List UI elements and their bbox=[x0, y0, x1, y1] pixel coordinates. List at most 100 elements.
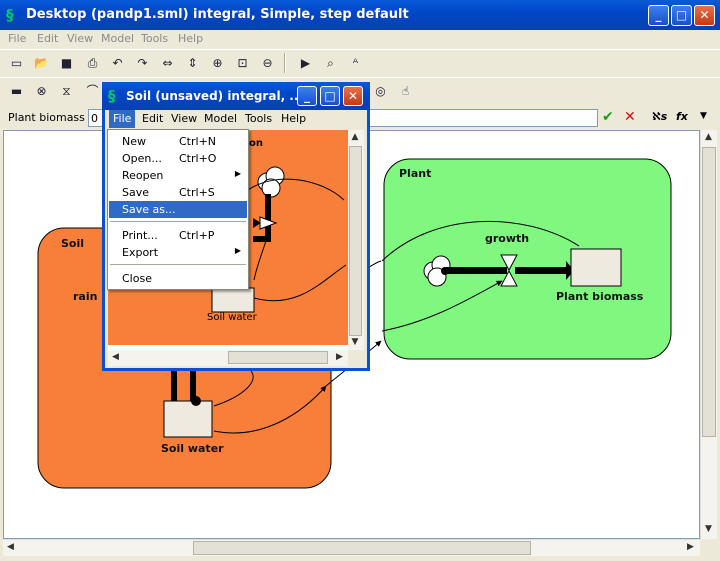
child-scroll-down-arrow[interactable]: ▼ bbox=[348, 335, 362, 350]
menu-item-new[interactable]: New Ctrl+N bbox=[109, 133, 247, 150]
menu-item-reopen[interactable]: Reopen ▶ bbox=[109, 167, 247, 184]
reject-icon[interactable]: ✕ bbox=[624, 109, 636, 125]
scroll-up-arrow[interactable]: ▲ bbox=[701, 130, 716, 145]
chevron-down-icon[interactable]: ▼ bbox=[700, 111, 707, 121]
child-vertical-scrollbar[interactable]: ▲ ▼ bbox=[348, 130, 364, 350]
menu-model[interactable]: Model bbox=[101, 32, 134, 45]
child-minimize-button[interactable]: _ bbox=[297, 86, 317, 106]
menu-view[interactable]: View bbox=[67, 32, 93, 45]
print-icon[interactable]: ⎙ bbox=[82, 53, 103, 73]
sigma-icon[interactable]: ℵs bbox=[652, 110, 667, 123]
menu-separator bbox=[110, 221, 246, 222]
menu-item-label: New bbox=[122, 135, 146, 148]
source-sink-tool-icon[interactable]: ⊗ bbox=[31, 81, 52, 101]
child-soil-water-compartment[interactable] bbox=[211, 287, 255, 313]
move-vertical-icon[interactable]: ⇕ bbox=[182, 53, 203, 73]
hand-tool-icon[interactable]: ☝ bbox=[395, 81, 416, 101]
horizontal-scrollbar[interactable]: ◀ ▶ bbox=[3, 539, 700, 556]
menu-item-open[interactable]: Open... Ctrl+O bbox=[109, 150, 247, 167]
child-horizontal-scrollbar[interactable]: ◀ ▶ bbox=[108, 350, 348, 366]
menu-item-print[interactable]: Print... Ctrl+P bbox=[109, 227, 247, 244]
minimize-button[interactable]: _ bbox=[648, 5, 669, 26]
child-menu-edit[interactable]: Edit bbox=[142, 112, 163, 125]
function-icon[interactable]: fx bbox=[676, 110, 688, 123]
child-app-icon: § bbox=[108, 87, 116, 105]
child-menubar: File Edit View Model Tools Help bbox=[105, 110, 367, 128]
zoom-fit-icon[interactable]: ⊡ bbox=[232, 53, 253, 73]
vertical-scroll-thumb[interactable] bbox=[702, 147, 716, 437]
rain-flow-label: rain bbox=[73, 290, 98, 303]
zoom-in-icon[interactable]: ⊕ bbox=[207, 53, 228, 73]
file-dropdown-menu: New Ctrl+N Open... Ctrl+O Reopen ▶ Save … bbox=[107, 129, 249, 290]
plant-submodel[interactable] bbox=[383, 158, 672, 360]
menu-item-shortcut: Ctrl+P bbox=[179, 229, 215, 242]
toolbar-main: ▭ 📂 ■ ⎙ ↶ ↷ ⇔ ⇕ ⊕ ⊡ ⊖ ▶ ⌕ ᴬ bbox=[0, 49, 720, 75]
compartment-tool-icon[interactable]: ▬ bbox=[6, 81, 27, 101]
window-title: Desktop (pandp1.sml) integral, Simple, s… bbox=[26, 7, 409, 22]
horizontal-scroll-thumb[interactable] bbox=[193, 541, 531, 555]
menu-separator bbox=[110, 264, 246, 265]
menu-help[interactable]: Help bbox=[178, 32, 203, 45]
menu-item-export[interactable]: Export ▶ bbox=[109, 244, 247, 261]
run-icon[interactable]: ▶ bbox=[295, 53, 316, 73]
child-vertical-scroll-thumb[interactable] bbox=[349, 146, 362, 336]
menu-item-label: Save bbox=[122, 186, 150, 199]
plant-biomass-compartment[interactable] bbox=[570, 248, 622, 287]
equation-label: Plant biomass = bbox=[8, 111, 98, 124]
plant-biomass-label: Plant biomass bbox=[556, 290, 644, 303]
scroll-left-arrow[interactable]: ◀ bbox=[3, 540, 18, 555]
binoculars-icon[interactable]: ⌕ bbox=[320, 53, 341, 73]
menu-item-close[interactable]: Close bbox=[109, 270, 247, 287]
soil-water-compartment[interactable] bbox=[163, 400, 213, 438]
maximize-button[interactable]: □ bbox=[671, 5, 692, 26]
plant-submodel-title: Plant bbox=[399, 167, 432, 180]
child-flow-pipe-vertical bbox=[265, 194, 271, 242]
child-scroll-right-arrow[interactable]: ▶ bbox=[332, 350, 347, 365]
child-close-button[interactable]: ✕ bbox=[343, 86, 363, 106]
child-menu-model[interactable]: Model bbox=[204, 112, 237, 125]
new-file-icon[interactable]: ▭ bbox=[6, 53, 27, 73]
undo-icon[interactable]: ↶ bbox=[107, 53, 128, 73]
submenu-arrow-icon: ▶ bbox=[234, 246, 241, 255]
child-menu-view[interactable]: View bbox=[171, 112, 197, 125]
child-titlebar: § Soil (unsaved) integral, ... _ □ ✕ bbox=[102, 82, 370, 110]
menu-item-save[interactable]: Save Ctrl+S bbox=[109, 184, 247, 201]
menu-item-label: Export bbox=[122, 246, 159, 259]
child-scroll-left-arrow[interactable]: ◀ bbox=[108, 350, 123, 365]
growth-flow-pipe-left bbox=[445, 267, 507, 274]
flow-connector-dot bbox=[191, 396, 201, 406]
child-maximize-button[interactable]: □ bbox=[320, 86, 340, 106]
zoom-out-icon[interactable]: ⊖ bbox=[257, 53, 278, 73]
menu-tools[interactable]: Tools bbox=[141, 32, 168, 45]
submenu-arrow-icon: ▶ bbox=[234, 169, 241, 178]
move-horizontal-icon[interactable]: ⇔ bbox=[157, 53, 178, 73]
menu-edit[interactable]: Edit bbox=[37, 32, 58, 45]
child-scroll-up-arrow[interactable]: ▲ bbox=[348, 130, 362, 145]
accept-icon[interactable]: ✔ bbox=[602, 109, 614, 125]
scroll-right-arrow[interactable]: ▶ bbox=[683, 540, 698, 555]
toolbar-separator bbox=[284, 53, 286, 73]
child-horizontal-scroll-thumb[interactable] bbox=[228, 351, 328, 364]
soil-inflow-pipe bbox=[171, 366, 177, 402]
open-folder-icon[interactable]: 📂 bbox=[31, 53, 52, 73]
redo-icon[interactable]: ↷ bbox=[132, 53, 153, 73]
child-menu-file[interactable]: File bbox=[109, 110, 136, 128]
save-icon[interactable]: ■ bbox=[56, 53, 77, 73]
menu-item-label: Close bbox=[122, 272, 152, 285]
child-menu-help[interactable]: Help bbox=[281, 112, 306, 125]
growth-flow-pipe-right bbox=[515, 267, 567, 274]
flow-tool-icon[interactable]: ⧖ bbox=[56, 81, 77, 101]
menu-item-save-as[interactable]: Save as... bbox=[109, 201, 247, 218]
close-button[interactable]: ✕ bbox=[694, 5, 715, 26]
vertical-scrollbar[interactable]: ▲ ▼ bbox=[700, 130, 717, 539]
main-menubar: File Edit View Model Tools Help bbox=[0, 30, 720, 48]
scroll-down-arrow[interactable]: ▼ bbox=[701, 522, 716, 537]
menu-item-shortcut: Ctrl+O bbox=[179, 152, 217, 165]
menu-file[interactable]: File bbox=[8, 32, 26, 45]
child-menu-tools[interactable]: Tools bbox=[245, 112, 272, 125]
find-replace-icon[interactable]: ᴬ bbox=[345, 53, 366, 73]
menu-item-label: Open... bbox=[122, 152, 162, 165]
influence-tool-icon[interactable]: ⌒ bbox=[82, 81, 103, 101]
soil-submodel-title: Soil bbox=[61, 237, 85, 250]
submodel-tool-icon[interactable]: ◎ bbox=[370, 81, 391, 101]
